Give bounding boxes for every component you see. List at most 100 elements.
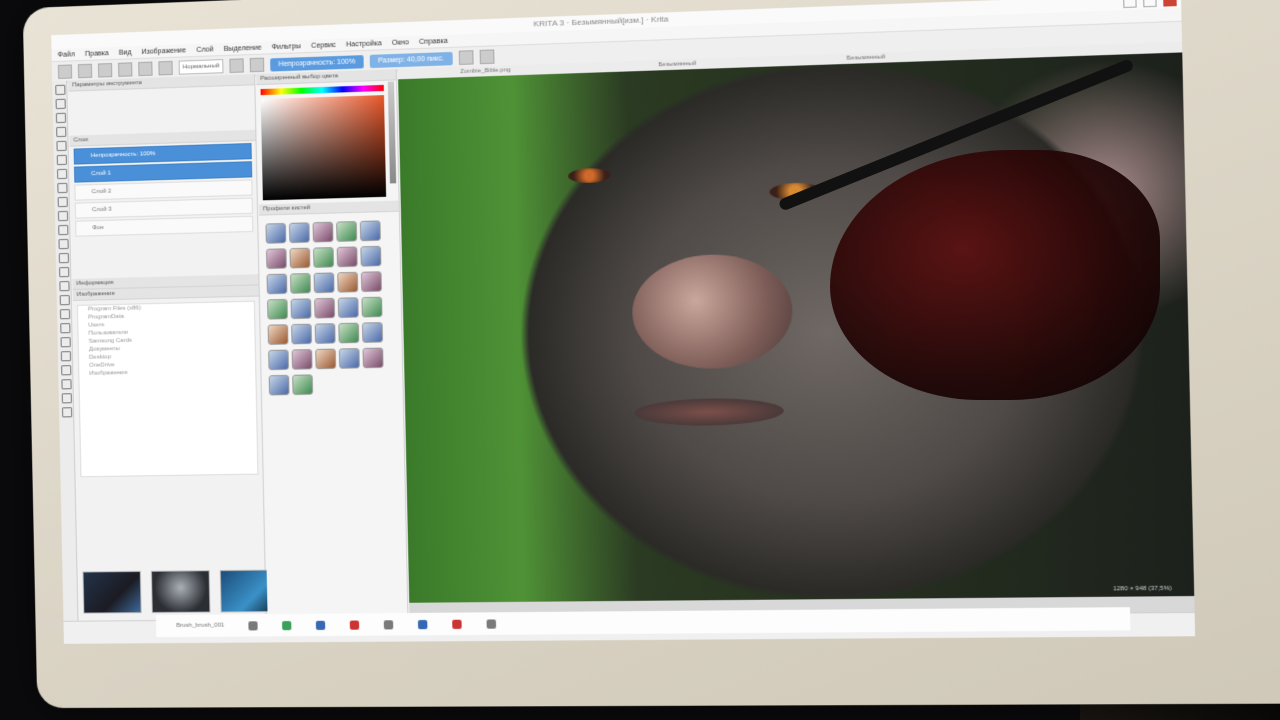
menu-view[interactable]: Вид: [119, 49, 132, 56]
brush-preset[interactable]: [361, 322, 384, 343]
eraser-icon[interactable]: [229, 58, 244, 73]
ellipse-select-icon[interactable]: [61, 365, 72, 376]
brush-preset[interactable]: [360, 271, 382, 293]
brush-preset[interactable]: [267, 298, 288, 320]
bezier-tool-icon[interactable]: [57, 210, 69, 222]
menu-window[interactable]: Окно: [392, 39, 409, 47]
brush-preset[interactable]: [314, 323, 336, 344]
text-tool-icon[interactable]: [55, 98, 66, 110]
menu-settings[interactable]: Настройка: [346, 40, 382, 48]
value-slider[interactable]: [387, 81, 397, 184]
krita-icon[interactable]: [486, 618, 497, 629]
brush-preset[interactable]: [313, 272, 335, 294]
brush-preset[interactable]: [337, 297, 359, 319]
pattern-icon[interactable]: [138, 61, 153, 77]
pan-tool-icon[interactable]: [62, 407, 73, 418]
mirror-vertical-icon[interactable]: [479, 49, 495, 65]
brush-preset[interactable]: [361, 296, 383, 318]
rectangle-tool-icon[interactable]: [57, 168, 68, 180]
painted-eye-left: [567, 167, 611, 183]
calligraphy-icon[interactable]: [56, 126, 67, 138]
size-slider[interactable]: Размер: 40,00 пикс.: [369, 51, 453, 68]
brush-preset[interactable]: [338, 348, 360, 369]
brush-preset[interactable]: [336, 246, 358, 268]
rect-select-icon[interactable]: [60, 351, 72, 362]
chrome-icon[interactable]: [282, 620, 292, 630]
photoshop-icon[interactable]: [418, 619, 428, 629]
color-picker-icon[interactable]: [59, 309, 71, 320]
thumbnail[interactable]: [150, 570, 211, 614]
explorer-icon[interactable]: [316, 620, 326, 630]
gradient-icon[interactable]: [118, 62, 133, 77]
menu-filters[interactable]: Фильтры: [272, 43, 301, 51]
freehand-path-icon[interactable]: [58, 224, 69, 236]
select-tool-icon[interactable]: [55, 84, 66, 96]
fill-tool-icon[interactable]: [59, 295, 70, 306]
brush-preset[interactable]: [268, 349, 289, 371]
brush-preset[interactable]: [290, 272, 311, 294]
mirror-horizontal-icon[interactable]: [458, 50, 474, 65]
open-document-icon[interactable]: [77, 63, 93, 79]
ellipse-tool-icon[interactable]: [57, 182, 68, 194]
brush-preset[interactable]: [291, 323, 313, 345]
zoom-tool-icon[interactable]: [61, 393, 72, 404]
image-thumbnails: [82, 569, 280, 614]
brush-preset[interactable]: [266, 273, 288, 295]
brush-preset[interactable]: [288, 222, 310, 244]
menu-tools[interactable]: Сервис: [311, 41, 336, 49]
lasso-select-icon[interactable]: [61, 379, 72, 390]
brush-preset[interactable]: [265, 248, 287, 270]
brush-preset[interactable]: [338, 322, 360, 344]
hue-strip[interactable]: [260, 84, 384, 96]
blend-mode-select[interactable]: Нормальный: [178, 59, 224, 75]
minimize-button[interactable]: [1123, 0, 1137, 9]
media-icon[interactable]: [384, 619, 394, 629]
thumbnail[interactable]: [82, 570, 142, 614]
menu-help[interactable]: Справка: [419, 37, 448, 45]
brush-preset[interactable]: [312, 221, 334, 243]
layer-item[interactable]: Фон: [75, 215, 254, 237]
menu-image[interactable]: Изображение: [141, 47, 186, 56]
save-document-icon[interactable]: [97, 63, 113, 78]
opacity-slider[interactable]: Непрозрачность: 100%: [270, 54, 364, 72]
brush-preset[interactable]: [313, 247, 335, 268]
edit-shapes-icon[interactable]: [55, 112, 67, 124]
menu-select[interactable]: Выделение: [224, 44, 262, 52]
brush-preset[interactable]: [268, 374, 290, 396]
brush-preset[interactable]: [267, 324, 289, 345]
new-document-icon[interactable]: [57, 64, 73, 79]
brush-preset[interactable]: [290, 298, 312, 320]
brush-preset[interactable]: [289, 247, 311, 269]
brush-preset[interactable]: [359, 220, 381, 242]
app-icon[interactable]: [452, 619, 463, 629]
measure-tool-icon[interactable]: [60, 337, 71, 348]
assistant-tool-icon[interactable]: [60, 323, 71, 334]
transform-tool-icon[interactable]: [58, 252, 70, 264]
brush-preset[interactable]: [315, 348, 337, 370]
maximize-button[interactable]: [1143, 0, 1157, 8]
menu-layer[interactable]: Слой: [196, 46, 213, 54]
brush-preset[interactable]: [337, 271, 359, 293]
line-tool-icon[interactable]: [56, 154, 67, 166]
brush-preset[interactable]: [314, 297, 336, 319]
gradient-tool-icon[interactable]: [59, 281, 70, 292]
taskbar-app-label[interactable]: Brush_brush_001: [176, 623, 224, 629]
brush-preset-icon[interactable]: [158, 60, 173, 76]
brush-tool-icon[interactable]: [56, 140, 67, 152]
color-square[interactable]: [260, 95, 387, 201]
move-tool-icon[interactable]: [58, 238, 69, 250]
opera-icon[interactable]: [350, 619, 360, 630]
brush-preset[interactable]: [360, 245, 382, 267]
alpha-lock-icon[interactable]: [249, 57, 265, 73]
brush-preset[interactable]: [336, 221, 358, 242]
brush-preset[interactable]: [292, 374, 314, 396]
brush-preset[interactable]: [362, 347, 384, 369]
close-button[interactable]: [1163, 0, 1177, 7]
polygon-tool-icon[interactable]: [57, 196, 68, 208]
menu-edit[interactable]: Правка: [85, 50, 109, 58]
brush-preset[interactable]: [291, 349, 313, 370]
crop-tool-icon[interactable]: [59, 266, 70, 278]
brush-preset[interactable]: [265, 222, 287, 244]
menu-file[interactable]: Файл: [58, 51, 75, 59]
start-icon[interactable]: [248, 620, 259, 630]
